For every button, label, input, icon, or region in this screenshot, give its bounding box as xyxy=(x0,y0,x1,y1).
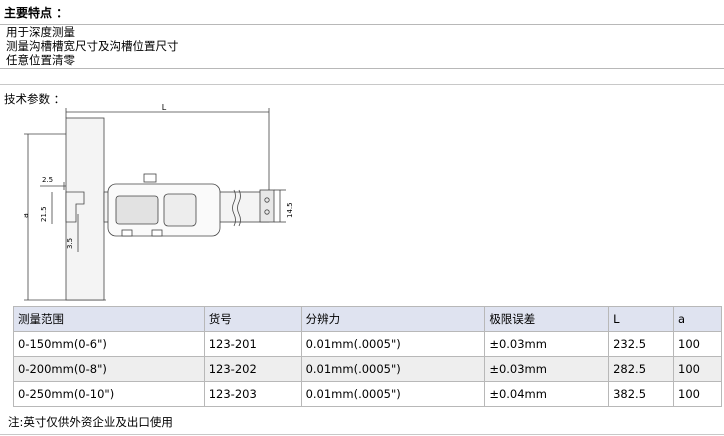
label-21-5: 21.5 xyxy=(40,206,48,222)
cell-code: 123-202 xyxy=(203,356,302,382)
table-row: 0-150mm(0-6") 123-201 0.01mm(.0005") ±0.… xyxy=(13,331,722,357)
cell-range: 0-200mm(0-8") xyxy=(13,356,205,382)
header-code: 货号 xyxy=(203,306,302,332)
cell-L: 382.5 xyxy=(608,381,675,407)
cell-a: 100 xyxy=(673,381,722,407)
header-error: 极限误差 xyxy=(484,306,610,332)
table-row: 0-250mm(0-10") 123-203 0.01mm(.0005") ±0… xyxy=(13,381,722,407)
cell-error: ±0.03mm xyxy=(484,331,610,357)
section-title: 主要特点 ： xyxy=(4,6,69,20)
divider xyxy=(0,84,724,85)
header-resolution: 分辨力 xyxy=(300,306,486,332)
footnote: 注:英寸仅供外资企业及出口使用 xyxy=(8,415,173,429)
cell-a: 100 xyxy=(673,331,722,357)
label-L: L xyxy=(162,104,167,112)
header-a: a xyxy=(673,306,722,332)
spec-table: 测量范围 货号 分辨力 极限误差 L a 0-150mm(0-6") 123-2… xyxy=(13,306,722,407)
table-row: 0-200mm(0-8") 123-202 0.01mm(.0005") ±0.… xyxy=(13,356,722,382)
label-3-5: 3.5 xyxy=(66,238,74,249)
divider xyxy=(0,434,724,435)
cell-code: 123-201 xyxy=(203,331,302,357)
cell-resolution: 0.01mm(.0005") xyxy=(300,381,486,407)
depth-micrometer-diagram: L a 2.5 21.5 3.5 14.5 xyxy=(24,104,294,301)
features-list: 用于深度测量 测量沟槽槽宽尺寸及沟槽位置尺寸 任意位置清零 xyxy=(0,25,724,69)
feature-item: 测量沟槽槽宽尺寸及沟槽位置尺寸 xyxy=(6,39,179,53)
cell-resolution: 0.01mm(.0005") xyxy=(300,356,486,382)
label-14-5: 14.5 xyxy=(286,202,294,218)
header-range: 测量范围 xyxy=(13,306,205,332)
feature-item: 任意位置清零 xyxy=(6,53,75,67)
label-a: a xyxy=(24,213,30,218)
label-2-5: 2.5 xyxy=(42,176,53,184)
cell-code: 123-203 xyxy=(203,381,302,407)
cell-L: 282.5 xyxy=(608,356,675,382)
table-header-row: 测量范围 货号 分辨力 极限误差 L a xyxy=(13,306,722,332)
feature-item: 用于深度测量 xyxy=(6,25,75,39)
cell-resolution: 0.01mm(.0005") xyxy=(300,331,486,357)
cell-error: ±0.03mm xyxy=(484,356,610,382)
cell-L: 232.5 xyxy=(608,331,675,357)
cell-range: 0-250mm(0-10") xyxy=(13,381,205,407)
header-L: L xyxy=(608,306,675,332)
cell-range: 0-150mm(0-6") xyxy=(13,331,205,357)
cell-a: 100 xyxy=(673,356,722,382)
features-header: 主要特点 ： xyxy=(0,0,724,25)
cell-error: ±0.04mm xyxy=(484,381,610,407)
